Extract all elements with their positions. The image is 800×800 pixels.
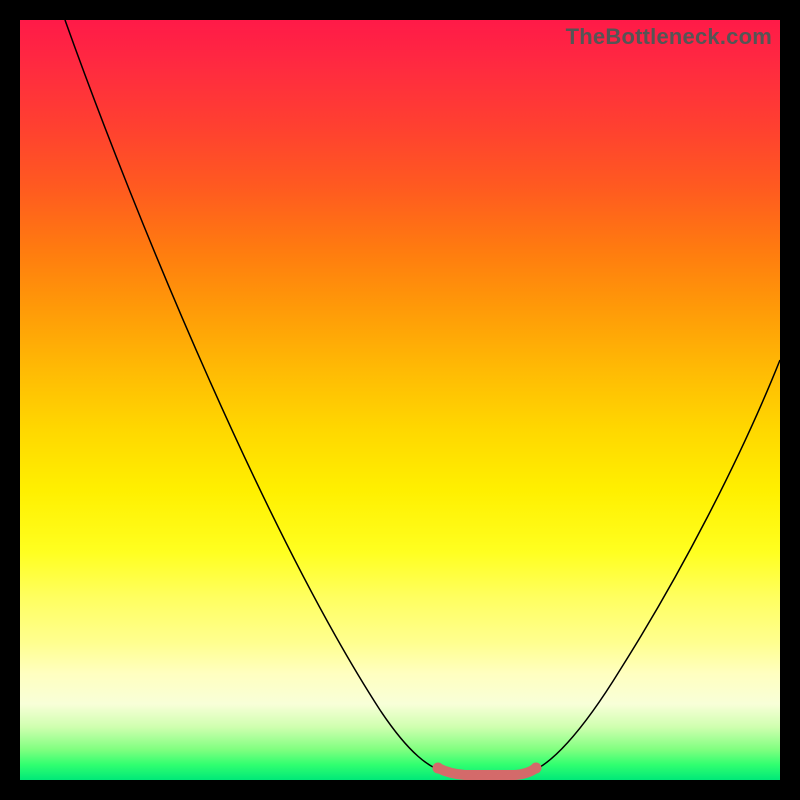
plot-area: TheBottleneck.com — [20, 20, 780, 780]
right-curve — [530, 360, 780, 772]
left-curve — [65, 20, 445, 772]
highlight-dot-right — [531, 763, 542, 774]
highlight-dot-left — [433, 763, 444, 774]
chart-frame: TheBottleneck.com — [0, 0, 800, 800]
bottleneck-highlight — [438, 768, 536, 775]
chart-svg — [20, 20, 780, 780]
